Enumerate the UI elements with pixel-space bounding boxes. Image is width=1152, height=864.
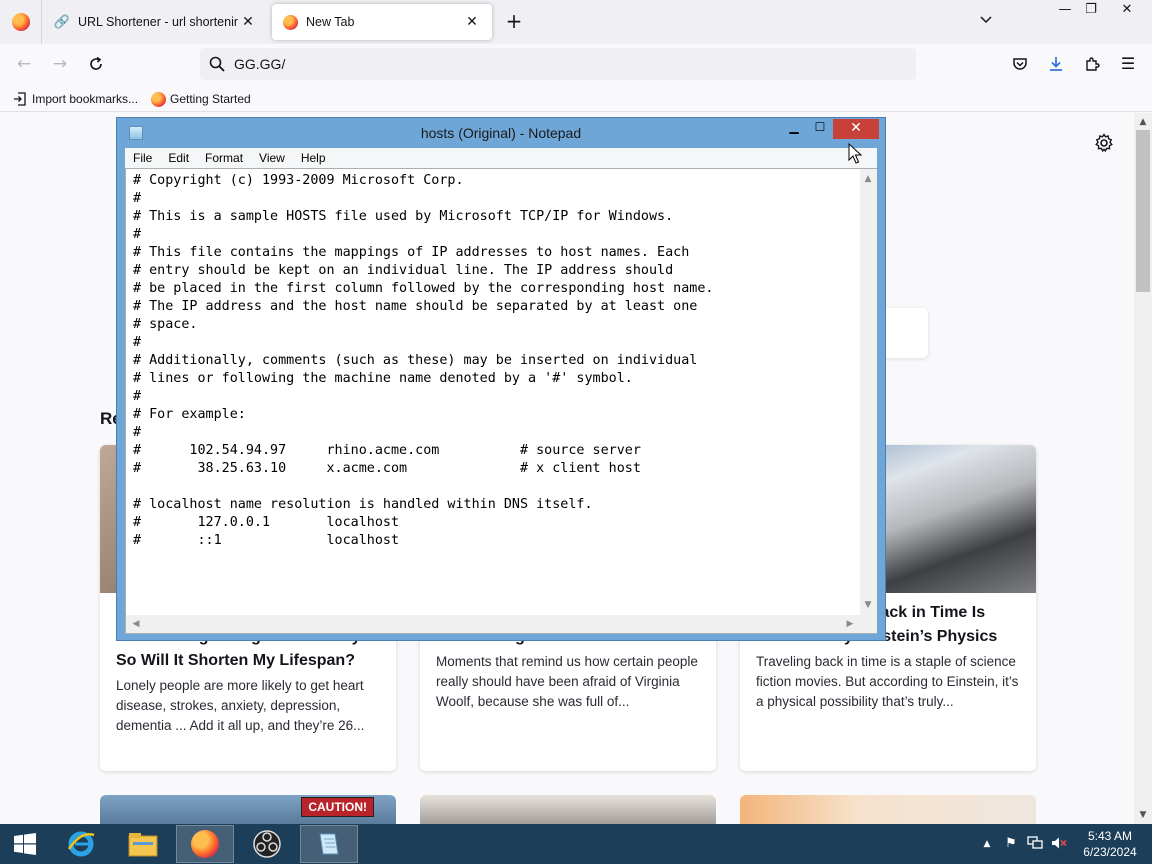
tab-url-shortener[interactable]: 🔗 URL Shortener - url shortening ✕ — [44, 4, 268, 40]
story-card-bottom-3[interactable] — [740, 795, 1036, 824]
notepad-title-bar[interactable]: hosts (Original) - Notepad ▁ ☐ ✕ — [117, 118, 885, 148]
notepad-maximize-icon[interactable]: ☐ — [807, 120, 833, 140]
resize-grip-icon[interactable] — [860, 615, 877, 633]
close-window-icon[interactable]: ✕ — [1110, 0, 1144, 22]
extensions-puzzle-icon[interactable] — [1080, 52, 1104, 76]
forward-arrow-icon[interactable]: → — [48, 52, 72, 76]
taskbar-internet-explorer[interactable] — [52, 825, 110, 863]
import-bookmarks-link[interactable]: Import bookmarks... — [12, 90, 138, 108]
scroll-up-arrow-icon[interactable]: ▲ — [860, 171, 876, 187]
search-box-edge — [880, 308, 928, 358]
notepad-title: hosts (Original) - Notepad — [420, 125, 582, 141]
menu-view[interactable]: View — [251, 151, 293, 165]
obs-icon — [253, 830, 281, 858]
close-tab-icon[interactable]: ✕ — [238, 12, 258, 32]
bookmarks-toolbar: Import bookmarks... Getting Started — [0, 86, 1152, 112]
import-icon — [12, 91, 28, 107]
clock-date: 6/23/2024 — [1083, 845, 1137, 859]
notepad-text-area[interactable]: # Copyright (c) 1993-2009 Microsoft Corp… — [125, 168, 877, 634]
caution-sign-text: CAUTION! — [301, 797, 374, 817]
menu-file[interactable]: File — [125, 151, 160, 165]
windows-logo-icon — [14, 833, 36, 855]
tab-new-tab[interactable]: New Tab ✕ — [272, 4, 492, 40]
scroll-up-arrow-icon[interactable]: ▲ — [1134, 114, 1152, 130]
page-scrollbar-thumb[interactable] — [1136, 130, 1150, 292]
list-all-tabs-chevron-icon[interactable] — [976, 12, 996, 32]
internet-explorer-icon — [67, 831, 95, 857]
notepad-horizontal-scrollbar[interactable]: ◀ ▶ — [126, 615, 860, 633]
taskbar-firefox[interactable] — [176, 825, 234, 863]
folder-icon — [128, 833, 158, 857]
notepad-icon — [319, 833, 339, 855]
gear-icon[interactable] — [1094, 133, 1114, 153]
taskbar-obs[interactable] — [238, 825, 296, 863]
story-description: Moments that remind us how certain peopl… — [436, 654, 698, 709]
downloads-icon[interactable] — [1044, 52, 1068, 76]
taskbar-notepad[interactable] — [300, 825, 358, 863]
link-icon: 🔗 — [53, 14, 71, 30]
system-clock[interactable]: 5:43 AM 6/23/2024 — [1074, 828, 1146, 860]
firefox-tab-icon — [282, 14, 298, 30]
firefox-icon — [191, 830, 219, 858]
notepad-close-icon[interactable]: ✕ — [833, 119, 879, 139]
mouse-pointer-icon — [848, 143, 862, 164]
hosts-file-text[interactable]: # Copyright (c) 1993-2009 Microsoft Corp… — [133, 172, 858, 612]
bookmark-label: Getting Started — [170, 92, 251, 106]
scroll-right-arrow-icon[interactable]: ▶ — [842, 616, 858, 632]
tab-label: New Tab — [306, 15, 355, 29]
new-tab-plus-icon[interactable]: + — [502, 10, 526, 34]
scroll-left-arrow-icon[interactable]: ◀ — [128, 616, 144, 632]
action-center-flag-icon[interactable]: ⚑ — [1002, 836, 1020, 852]
menu-help[interactable]: Help — [293, 151, 334, 165]
story-card-bottom-1[interactable]: CAUTION! — [100, 795, 396, 824]
story-description: Traveling back in time is a staple of sc… — [756, 654, 1019, 709]
story-card-bottom-2[interactable] — [420, 795, 716, 824]
close-tab-icon[interactable]: ✕ — [462, 12, 482, 32]
notepad-menu-bar: File Edit Format View Help — [125, 148, 877, 168]
firefox-view-button[interactable] — [0, 0, 42, 44]
scroll-down-arrow-icon[interactable]: ▼ — [860, 597, 876, 613]
notepad-minimize-icon[interactable]: ▁ — [781, 120, 807, 140]
address-bar[interactable]: GG.GG/ — [200, 48, 916, 80]
pocket-icon[interactable] — [1008, 52, 1032, 76]
taskbar: ▲ ⚑ 5:43 AM 6/23/2024 — [0, 824, 1152, 864]
firefox-bookmark-icon — [150, 91, 166, 107]
tab-label: URL Shortener - url shortening — [78, 15, 238, 29]
address-text[interactable]: GG.GG/ — [234, 56, 285, 72]
start-button[interactable] — [0, 824, 50, 864]
restore-window-icon[interactable]: ❐ — [1074, 0, 1108, 22]
taskbar-file-explorer[interactable] — [114, 825, 172, 863]
firefox-logo-icon — [11, 13, 30, 31]
notepad-window: hosts (Original) - Notepad ▁ ☐ ✕ File Ed… — [116, 117, 886, 641]
network-icon[interactable] — [1026, 836, 1044, 852]
tab-strip: 🔗 URL Shortener - url shortening ✕ New T… — [0, 0, 1152, 44]
getting-started-bookmark[interactable]: Getting Started — [150, 90, 251, 108]
show-hidden-icons-chevron-icon[interactable]: ▲ — [978, 836, 996, 852]
reload-icon[interactable] — [84, 52, 108, 76]
menu-format[interactable]: Format — [197, 151, 251, 165]
clock-time: 5:43 AM — [1087, 829, 1133, 843]
hamburger-menu-icon[interactable]: ☰ — [1116, 52, 1140, 76]
menu-edit[interactable]: Edit — [160, 151, 197, 165]
volume-muted-icon[interactable] — [1050, 836, 1068, 852]
notepad-vertical-scrollbar[interactable]: ▲ ▼ — [860, 169, 877, 615]
search-icon — [209, 56, 225, 72]
story-description: Lonely people are more likely to get hea… — [116, 678, 365, 733]
scroll-down-arrow-icon[interactable]: ▼ — [1134, 807, 1152, 823]
bookmark-label: Import bookmarks... — [32, 92, 139, 106]
back-arrow-icon[interactable]: ← — [12, 52, 36, 76]
